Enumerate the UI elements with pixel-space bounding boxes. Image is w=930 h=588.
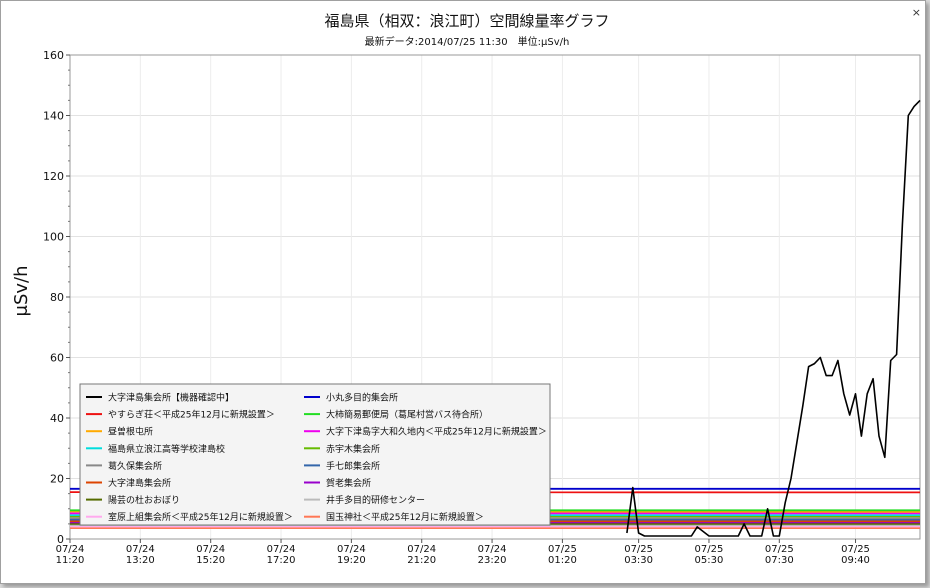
x-tick-date: 07/24 bbox=[407, 544, 436, 555]
legend-label: 赤宇木集会所 bbox=[326, 443, 380, 455]
y-tick-label: 160 bbox=[43, 49, 64, 62]
x-tick-date: 07/24 bbox=[56, 544, 85, 555]
legend-label: 井手多目的研修センター bbox=[326, 494, 425, 506]
x-tick-time: 19:20 bbox=[337, 555, 366, 566]
x-tick-time: 09:40 bbox=[841, 555, 870, 566]
legend-label: 昼曽根屯所 bbox=[108, 426, 153, 438]
legend-label: 小丸多目的集会所 bbox=[326, 392, 398, 404]
y-tick-label: 120 bbox=[43, 170, 64, 183]
legend-label: 室原上組集会所＜平成25年12月に新規設置＞ bbox=[108, 511, 293, 523]
x-tick-time: 15:20 bbox=[196, 555, 225, 566]
legend-label: 大柿簡易郵便局（葛尾村営バス待合所） bbox=[326, 409, 488, 421]
x-tick-time: 11:20 bbox=[56, 555, 85, 566]
chart-svg: 福島県（相双：浪江町）空間線量率グラフ 最新データ:2014/07/25 11:… bbox=[11, 12, 921, 566]
legend-label: 手七郎集会所 bbox=[326, 460, 380, 472]
x-tick-date: 07/24 bbox=[126, 544, 155, 555]
legend-label: 陽芸の杜おおぼり bbox=[108, 494, 180, 506]
y-tick-label: 140 bbox=[43, 110, 64, 123]
x-tick-time: 05:30 bbox=[695, 555, 724, 566]
chart-subtitle: 最新データ:2014/07/25 11:30 単位:μSv/h bbox=[365, 35, 570, 48]
legend-label: 大字津島集会所 bbox=[108, 477, 171, 489]
x-tick-time: 23:20 bbox=[478, 555, 507, 566]
y-tick-label: 80 bbox=[50, 291, 64, 304]
x-tick-time: 13:20 bbox=[126, 555, 155, 566]
y-axis-ticks: 020406080100120140160 bbox=[43, 49, 70, 546]
legend-label: 葛久保集会所 bbox=[108, 460, 162, 472]
y-axis-label: μSv/h bbox=[11, 265, 32, 316]
x-tick-date: 07/25 bbox=[548, 544, 577, 555]
x-tick-date: 07/25 bbox=[841, 544, 870, 555]
x-tick-time: 03:30 bbox=[624, 555, 653, 566]
x-tick-date: 07/25 bbox=[765, 544, 794, 555]
x-tick-date: 07/24 bbox=[337, 544, 366, 555]
legend-label: 国玉神社＜平成25年12月に新規設置＞ bbox=[326, 511, 484, 523]
x-tick-time: 21:20 bbox=[407, 555, 436, 566]
chart-title: 福島県（相双：浪江町）空間線量率グラフ bbox=[324, 12, 609, 30]
x-tick-date: 07/25 bbox=[624, 544, 653, 555]
series-line-1 bbox=[626, 99, 921, 537]
legend-label: 大字津島集会所【機器確認中】 bbox=[108, 392, 234, 404]
y-tick-label: 100 bbox=[43, 231, 64, 244]
y-tick-label: 40 bbox=[50, 412, 64, 425]
legend-label: 福島県立浪江高等学校津島校 bbox=[108, 443, 225, 455]
x-tick-date: 07/24 bbox=[267, 544, 296, 555]
legend: 大字津島集会所【機器確認中】 小丸多目的集会所やすらぎ荘＜平成25年12月に新規設… bbox=[79, 383, 551, 526]
x-tick-date: 07/25 bbox=[695, 544, 724, 555]
x-tick-date: 07/24 bbox=[478, 544, 507, 555]
x-tick-time: 01:20 bbox=[548, 555, 577, 566]
legend-label: 大字下津島字大和久地内＜平成25年12月に新規設置＞ bbox=[326, 426, 547, 438]
x-axis-ticks: 07/2411:2007/2413:2007/2415:2007/2417:20… bbox=[56, 539, 870, 566]
x-tick-time: 17:20 bbox=[267, 555, 296, 566]
x-tick-time: 07:30 bbox=[765, 555, 794, 566]
x-tick-date: 07/24 bbox=[196, 544, 225, 555]
y-tick-label: 60 bbox=[50, 352, 64, 365]
chart-window: × 福島県（相双：浪江町）空間線量率グラフ 最新データ:2014/07/25 1… bbox=[0, 0, 926, 584]
legend-label: やすらぎ荘＜平成25年12月に新規設置＞ bbox=[108, 409, 275, 421]
y-tick-label: 20 bbox=[50, 473, 64, 486]
legend-label: 賀老集会所 bbox=[326, 477, 371, 489]
